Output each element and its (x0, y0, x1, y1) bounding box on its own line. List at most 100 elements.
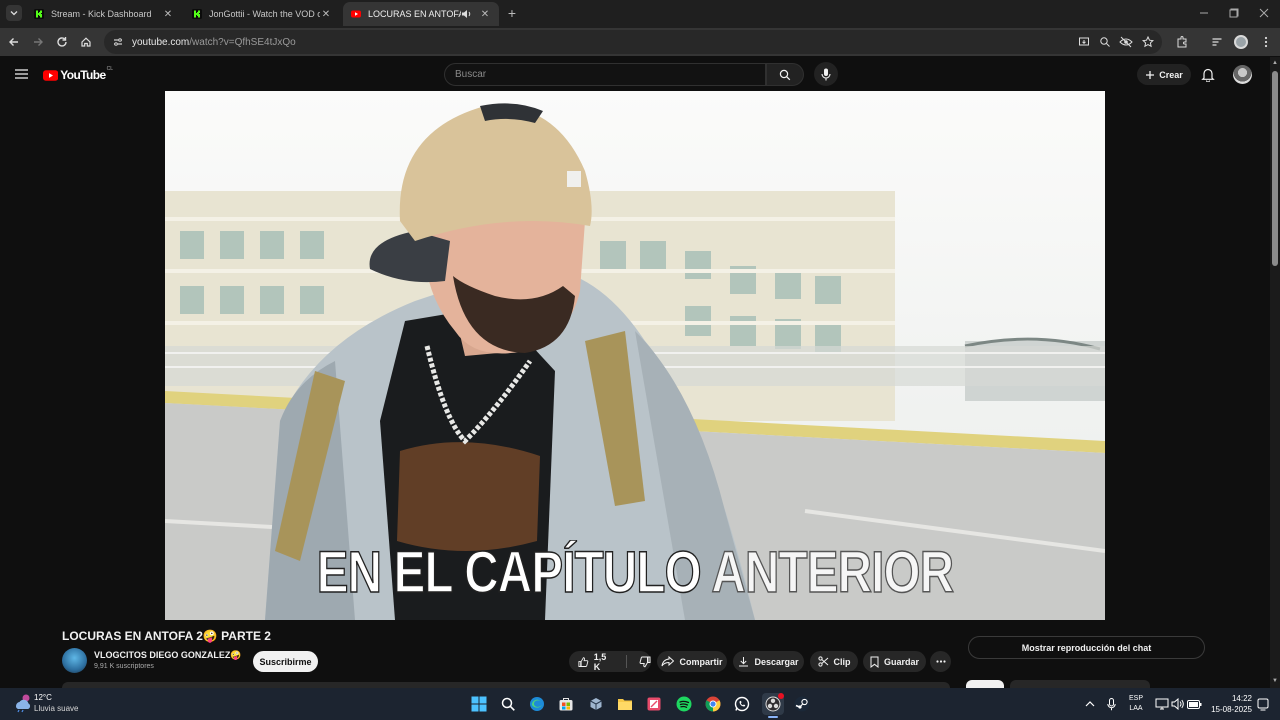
like-dislike-group: 1,5 K (569, 651, 651, 672)
weather-rain-icon (15, 694, 31, 713)
clip-button[interactable]: Clip (810, 651, 858, 672)
address-bar[interactable]: youtube.com/watch?v=QfhSE4tJxQo (104, 30, 1162, 54)
extensions-button[interactable] (1174, 34, 1190, 50)
channel-avatar[interactable] (62, 648, 87, 673)
taskbar-chrome[interactable] (703, 694, 723, 714)
forward-button[interactable] (30, 34, 46, 50)
restore-button[interactable] (1228, 7, 1240, 19)
share-label: Compartir (679, 656, 723, 667)
minimize-icon (1200, 12, 1208, 14)
youtube-logo-text: YouTube (60, 68, 106, 82)
tray-overflow-button[interactable] (1080, 694, 1100, 714)
page-scrollbar[interactable]: ▲ ▼ (1270, 57, 1280, 688)
install-app-button[interactable] (1076, 34, 1092, 50)
create-button[interactable]: Crear (1137, 64, 1191, 85)
tab-title: LOCURAS EN ANTOFA 2🤪 (368, 8, 461, 19)
tab-jongottii-vod[interactable]: JonGottii - Watch the VOD on K ✕ (184, 2, 340, 26)
youtube-logo-icon (43, 69, 59, 81)
tab-kick-dashboard[interactable]: Stream - Kick Dashboard ✕ (26, 2, 182, 26)
search-button[interactable] (766, 63, 804, 86)
scroll-down-arrow-icon[interactable]: ▼ (1272, 678, 1278, 684)
store-icon (559, 698, 573, 711)
search-icon (501, 697, 515, 711)
video-player[interactable]: EN EL CAPÍTULO ANTERIOR (165, 91, 1105, 620)
subscribe-button[interactable]: Suscribirme (253, 651, 318, 672)
browser-menu-button[interactable] (1258, 34, 1274, 50)
taskbar-whatsapp[interactable] (732, 694, 752, 714)
reload-icon (57, 37, 67, 47)
plus-icon (1146, 70, 1155, 79)
taskbar-edge[interactable] (527, 694, 547, 714)
bookmark-icon (870, 656, 879, 668)
clip-label: Clip (833, 656, 851, 667)
bookmark-star-button[interactable] (1140, 34, 1156, 50)
guide-menu-button[interactable] (14, 67, 29, 81)
taskbar-active-indicator (768, 716, 778, 718)
channel-name[interactable]: VLOGCITOS DIEGO GONZALEZ🤪 (94, 650, 242, 661)
taskbar-start[interactable] (469, 694, 489, 714)
tab-youtube-video[interactable]: LOCURAS EN ANTOFA 2🤪 ✕ (343, 2, 499, 26)
dislike-button[interactable] (639, 656, 651, 668)
weather-temperature: 12°C (34, 693, 52, 702)
save-button[interactable]: Guardar (863, 651, 926, 672)
taskbar-spotify[interactable] (674, 694, 694, 714)
reload-button[interactable] (54, 34, 70, 50)
taskbar-obs[interactable] (762, 693, 784, 715)
speaker-icon[interactable] (461, 9, 473, 19)
profile-button[interactable] (1233, 34, 1249, 50)
taskbar-search[interactable] (498, 694, 518, 714)
profile-avatar (1234, 35, 1248, 49)
scrollbar-thumb[interactable] (1272, 71, 1278, 266)
taskbar-snipping-tool[interactable] (644, 694, 664, 714)
close-icon[interactable]: ✕ (320, 9, 332, 20)
account-avatar[interactable] (1233, 65, 1252, 84)
volume-icon (1171, 698, 1184, 710)
taskbar-steam[interactable] (792, 694, 812, 714)
site-settings-icon[interactable] (112, 36, 124, 48)
edge-browser-icon (530, 697, 544, 711)
like-button[interactable]: 1,5 K (578, 652, 613, 672)
download-label: Descargar (754, 656, 799, 667)
notifications-button[interactable] (1201, 67, 1215, 82)
chip-all-edge (966, 680, 1004, 688)
close-icon[interactable]: ✕ (162, 9, 174, 20)
home-button[interactable] (78, 34, 94, 50)
video-title: LOCURAS EN ANTOFA 2🤪 PARTE 2 (62, 629, 271, 643)
tab-search-button[interactable] (6, 5, 22, 21)
search-icon (779, 69, 791, 80)
show-chat-replay-button[interactable]: Mostrar reproducción del chat (968, 636, 1205, 659)
close-icon[interactable]: ✕ (479, 9, 491, 20)
taskbar-app-box[interactable] (586, 694, 606, 714)
zoom-button[interactable] (1097, 34, 1113, 50)
video-caption-overlay: EN EL CAPÍTULO ANTERIOR (250, 539, 1021, 606)
back-button[interactable] (6, 34, 22, 50)
search-placeholder: Buscar (455, 69, 487, 80)
recording-badge-icon (778, 693, 784, 699)
kick-favicon-icon (34, 9, 44, 19)
network-display-icon (1155, 698, 1169, 710)
keyboard-layout: LAA (1129, 705, 1143, 712)
system-clock[interactable]: 14:22 15-08-2025 (1200, 693, 1260, 717)
scissors-icon (817, 656, 828, 667)
minimize-button[interactable] (1198, 7, 1210, 19)
input-language-indicator[interactable]: ESP LAA (1125, 694, 1147, 716)
scroll-up-arrow-icon[interactable]: ▲ (1272, 60, 1278, 66)
tracking-protection-button[interactable] (1118, 34, 1134, 50)
home-icon (81, 37, 91, 47)
youtube-logo[interactable]: YouTube CL (43, 66, 113, 84)
share-button[interactable]: Compartir (657, 651, 727, 672)
notification-center-button[interactable] (1253, 694, 1273, 714)
voice-search-button[interactable] (814, 62, 838, 86)
weather-widget[interactable]: 12°C Lluvia suave (10, 691, 90, 717)
close-window-button[interactable] (1258, 7, 1270, 19)
taskbar-file-explorer[interactable] (615, 694, 635, 714)
download-icon (739, 657, 749, 667)
puzzle-icon (1177, 36, 1187, 48)
new-tab-button[interactable]: + (505, 5, 519, 21)
search-input[interactable]: Buscar (444, 63, 766, 86)
taskbar-store[interactable] (556, 694, 576, 714)
tray-microphone[interactable] (1101, 694, 1121, 714)
more-actions-button[interactable] (930, 651, 951, 672)
download-button[interactable]: Descargar (733, 651, 804, 672)
reading-list-button[interactable] (1209, 34, 1225, 50)
